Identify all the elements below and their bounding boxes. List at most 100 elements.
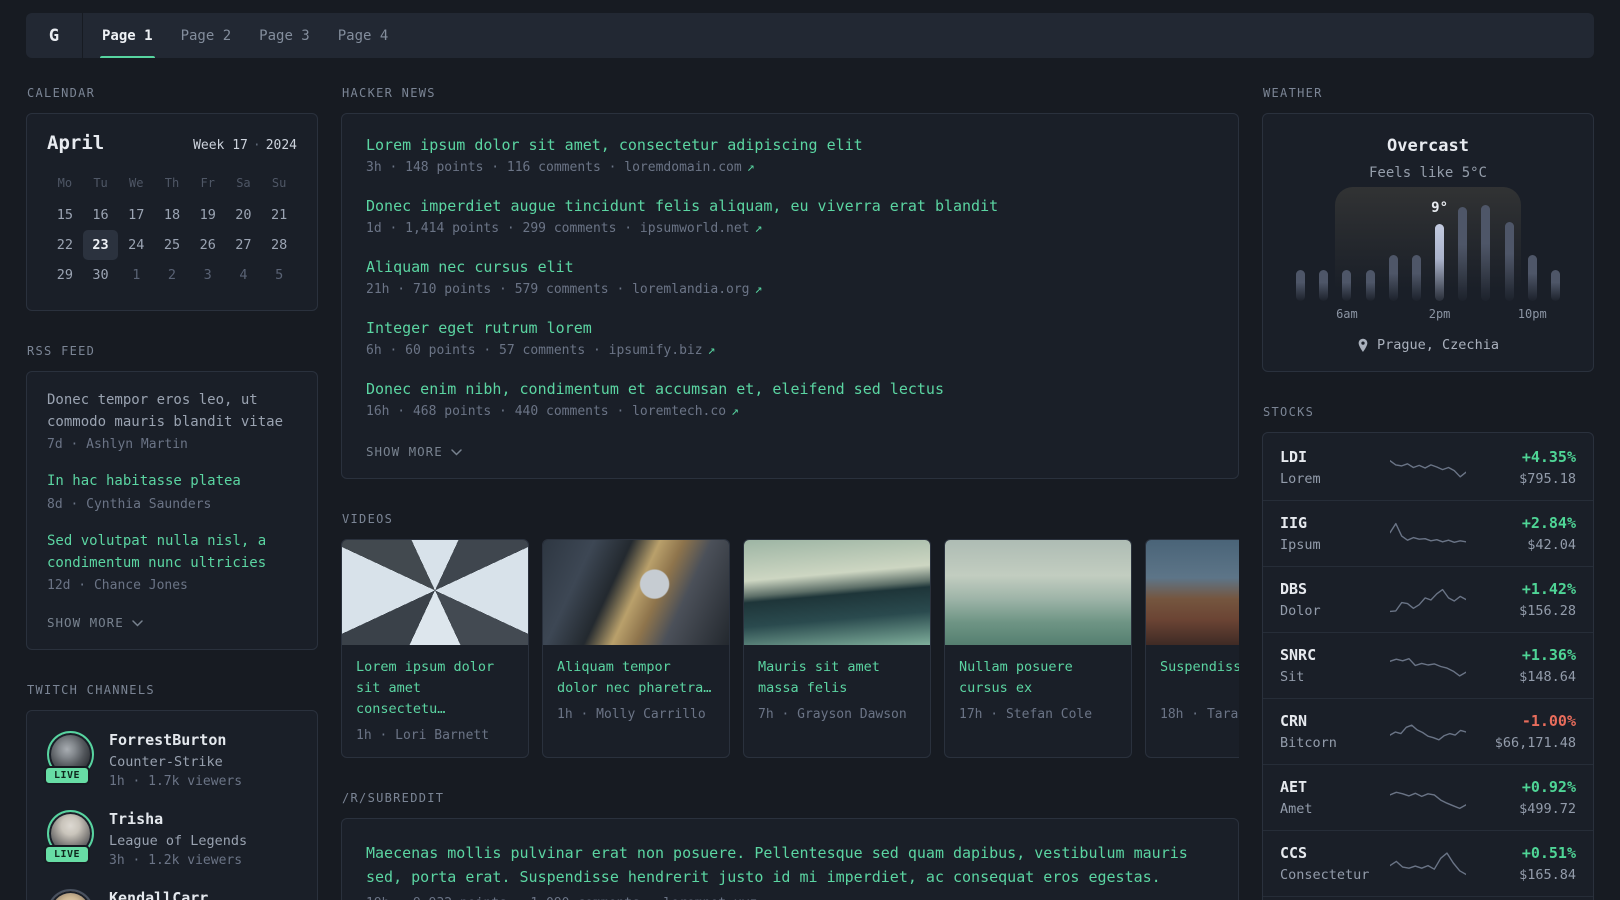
rss-item-title[interactable]: Donec tempor eros leo, ut commodo mauris… bbox=[47, 390, 297, 433]
video-title[interactable]: Mauris sit amet massa felis bbox=[758, 657, 916, 699]
stock-sparkline bbox=[1376, 585, 1480, 615]
calendar-header: April Week 17 · 2024 bbox=[47, 132, 297, 154]
rss-show-more-button[interactable]: SHOW MORE bbox=[47, 615, 143, 630]
stock-values: +0.51% $165.84 bbox=[1480, 844, 1576, 883]
calendar-day[interactable]: 24 bbox=[118, 230, 154, 260]
rss-item[interactable]: Donec tempor eros leo, ut commodo mauris… bbox=[47, 390, 297, 452]
video-thumbnail[interactable] bbox=[342, 540, 528, 645]
twitch-channel-item[interactable]: LIVE ForrestBurton Counter-Strike 1h · 1… bbox=[44, 731, 297, 789]
rss-item[interactable]: Sed volutpat nulla nisl, a condimentum n… bbox=[47, 531, 297, 593]
weekday-label: Tu bbox=[93, 176, 108, 190]
rss-item-title[interactable]: In hac habitasse platea bbox=[47, 471, 297, 493]
stock-row[interactable]: LDI Lorem +4.35% $795.18 bbox=[1263, 435, 1593, 500]
page-tab[interactable]: Page 2 bbox=[179, 13, 234, 58]
hackernews-item-title[interactable]: Aliquam nec cursus elit bbox=[366, 258, 1214, 276]
weather-bar bbox=[1319, 270, 1329, 301]
stock-id: DBS Dolor bbox=[1280, 580, 1376, 619]
sparkline-svg bbox=[1390, 851, 1466, 875]
video-title[interactable]: Aliquam tempor dolor nec pharetra… bbox=[557, 657, 715, 699]
weekday-label: Th bbox=[164, 176, 180, 190]
calendar-day[interactable]: 2 bbox=[154, 260, 190, 290]
stock-row[interactable]: SNRC Sit +1.36% $148.64 bbox=[1263, 632, 1593, 698]
stock-row[interactable]: AET Amet +0.92% $499.72 bbox=[1263, 764, 1593, 830]
video-card[interactable]: Lorem ipsum dolor sit amet consectetu… 1… bbox=[341, 539, 529, 758]
calendar-day[interactable]: 4 bbox=[226, 260, 262, 290]
video-thumbnail[interactable] bbox=[543, 540, 729, 645]
video-thumbnail[interactable] bbox=[744, 540, 930, 645]
video-meta: 17h · Stefan Cole bbox=[959, 707, 1093, 722]
calendar-day[interactable]: 21 bbox=[261, 200, 297, 230]
calendar-day[interactable]: 29 bbox=[47, 260, 83, 290]
channel-name[interactable]: KendallCarr bbox=[109, 889, 208, 900]
calendar-day[interactable]: 16 bbox=[83, 200, 119, 230]
external-link-icon[interactable]: ↗ bbox=[755, 221, 763, 236]
external-link-icon[interactable]: ↗ bbox=[731, 404, 739, 419]
external-link-icon[interactable]: ↗ bbox=[762, 896, 770, 900]
video-card[interactable]: Suspendisse diam 18h · Tara bbox=[1145, 539, 1239, 758]
rss-item-title[interactable]: Sed volutpat nulla nisl, a condimentum n… bbox=[47, 531, 297, 574]
stock-change: +1.42% bbox=[1521, 580, 1576, 598]
show-more-label: SHOW MORE bbox=[47, 615, 124, 631]
twitch-channel-item[interactable]: LIVE KendallCarr bbox=[47, 889, 297, 900]
rss-item-meta: 8d · Cynthia Saunders bbox=[47, 497, 212, 513]
hackernews-item-title[interactable]: Donec enim nibh, condimentum et accumsan… bbox=[366, 380, 1214, 398]
page-tab[interactable]: Page 3 bbox=[257, 13, 312, 58]
stock-change: +4.35% bbox=[1521, 448, 1576, 466]
stock-row[interactable]: CRN Bitcorn -1.00% $66,171.48 bbox=[1263, 698, 1593, 764]
show-more-label: SHOW MORE bbox=[366, 444, 443, 459]
page-tab[interactable]: Page 1 bbox=[100, 13, 155, 58]
video-meta: 1h · Lori Barnett bbox=[356, 727, 490, 743]
video-thumbnail[interactable] bbox=[945, 540, 1131, 645]
calendar-day[interactable]: 20 bbox=[226, 200, 262, 230]
calendar-day[interactable]: 18 bbox=[154, 200, 190, 230]
twitch-channel-item[interactable]: LIVE Trisha League of Legends 3h · 1.2k … bbox=[44, 810, 297, 869]
calendar-day[interactable]: 22 bbox=[47, 230, 83, 260]
channel-name[interactable]: ForrestBurton bbox=[109, 731, 242, 749]
calendar-day[interactable]: 23 bbox=[82, 230, 119, 260]
video-card[interactable]: Mauris sit amet massa felis 7h · Grayson… bbox=[743, 539, 931, 758]
hackernews-item-title[interactable]: Lorem ipsum dolor sit amet, consectetur … bbox=[366, 136, 1214, 154]
external-link-icon[interactable]: ↗ bbox=[755, 282, 763, 297]
calendar-day[interactable]: 26 bbox=[190, 230, 226, 260]
hackernews-item-title[interactable]: Integer eget rutrum lorem bbox=[366, 319, 1214, 337]
calendar-day[interactable]: 3 bbox=[190, 260, 226, 290]
channel-name[interactable]: Trisha bbox=[109, 810, 247, 828]
calendar-day[interactable]: 1 bbox=[118, 260, 154, 290]
subreddit-post-title[interactable]: Maecenas mollis pulvinar erat non posuer… bbox=[366, 841, 1214, 889]
rss-item[interactable]: In hac habitasse platea 8d · Cynthia Sau… bbox=[47, 471, 297, 512]
video-thumbnail[interactable] bbox=[1146, 540, 1239, 645]
stock-row[interactable]: DBS Dolor +1.42% $156.28 bbox=[1263, 566, 1593, 632]
video-card[interactable]: Aliquam tempor dolor nec pharetra… 1h · … bbox=[542, 539, 730, 758]
calendar-day[interactable]: 17 bbox=[118, 200, 154, 230]
channel-meta: 3h · 1.2k viewers bbox=[109, 853, 243, 869]
page-tab[interactable]: Page 4 bbox=[336, 13, 391, 58]
stock-symbol: DBS bbox=[1280, 580, 1308, 598]
channel-info: ForrestBurton Counter-Strike 1h · 1.7k v… bbox=[109, 731, 242, 789]
external-link-icon[interactable]: ↗ bbox=[708, 343, 716, 358]
calendar-day[interactable]: 19 bbox=[190, 200, 226, 230]
stock-row[interactable]: CCS Consectetur +0.51% $165.84 bbox=[1263, 830, 1593, 896]
external-link-icon[interactable]: ↗ bbox=[747, 160, 755, 175]
hackernews-show-more-button[interactable]: SHOW MORE bbox=[366, 444, 462, 459]
twitch-card: LIVE ForrestBurton Counter-Strike 1h · 1… bbox=[26, 710, 318, 900]
calendar-day[interactable]: 28 bbox=[261, 230, 297, 260]
video-title[interactable]: Lorem ipsum dolor sit amet consectetu… bbox=[356, 657, 514, 720]
calendar-day[interactable]: 15 bbox=[47, 200, 83, 230]
video-title[interactable]: Nullam posuere cursus ex bbox=[959, 657, 1117, 699]
calendar-day[interactable]: 25 bbox=[154, 230, 190, 260]
stock-name: Lorem bbox=[1280, 471, 1321, 487]
stock-price: $795.18 bbox=[1519, 471, 1576, 487]
channel-info: KendallCarr bbox=[109, 889, 208, 900]
calendar-day[interactable]: 30 bbox=[83, 260, 119, 290]
video-card[interactable]: Nullam posuere cursus ex 17h · Stefan Co… bbox=[944, 539, 1132, 758]
app-logo[interactable]: G bbox=[26, 13, 83, 58]
stock-row[interactable]: AHS +0.46% bbox=[1263, 896, 1593, 900]
calendar-day[interactable]: 27 bbox=[226, 230, 262, 260]
stock-price: $66,171.48 bbox=[1494, 735, 1576, 751]
calendar-day[interactable]: 5 bbox=[261, 260, 297, 290]
video-title[interactable]: Suspendisse diam bbox=[1160, 657, 1239, 699]
weather-bar-slot bbox=[1382, 205, 1405, 301]
stock-row[interactable]: IIG Ipsum +2.84% $42.04 bbox=[1263, 500, 1593, 566]
hackernews-item-title[interactable]: Donec imperdiet augue tincidunt felis al… bbox=[366, 197, 1214, 215]
weather-time-labels: 6am 2pm 10pm bbox=[1289, 307, 1567, 323]
